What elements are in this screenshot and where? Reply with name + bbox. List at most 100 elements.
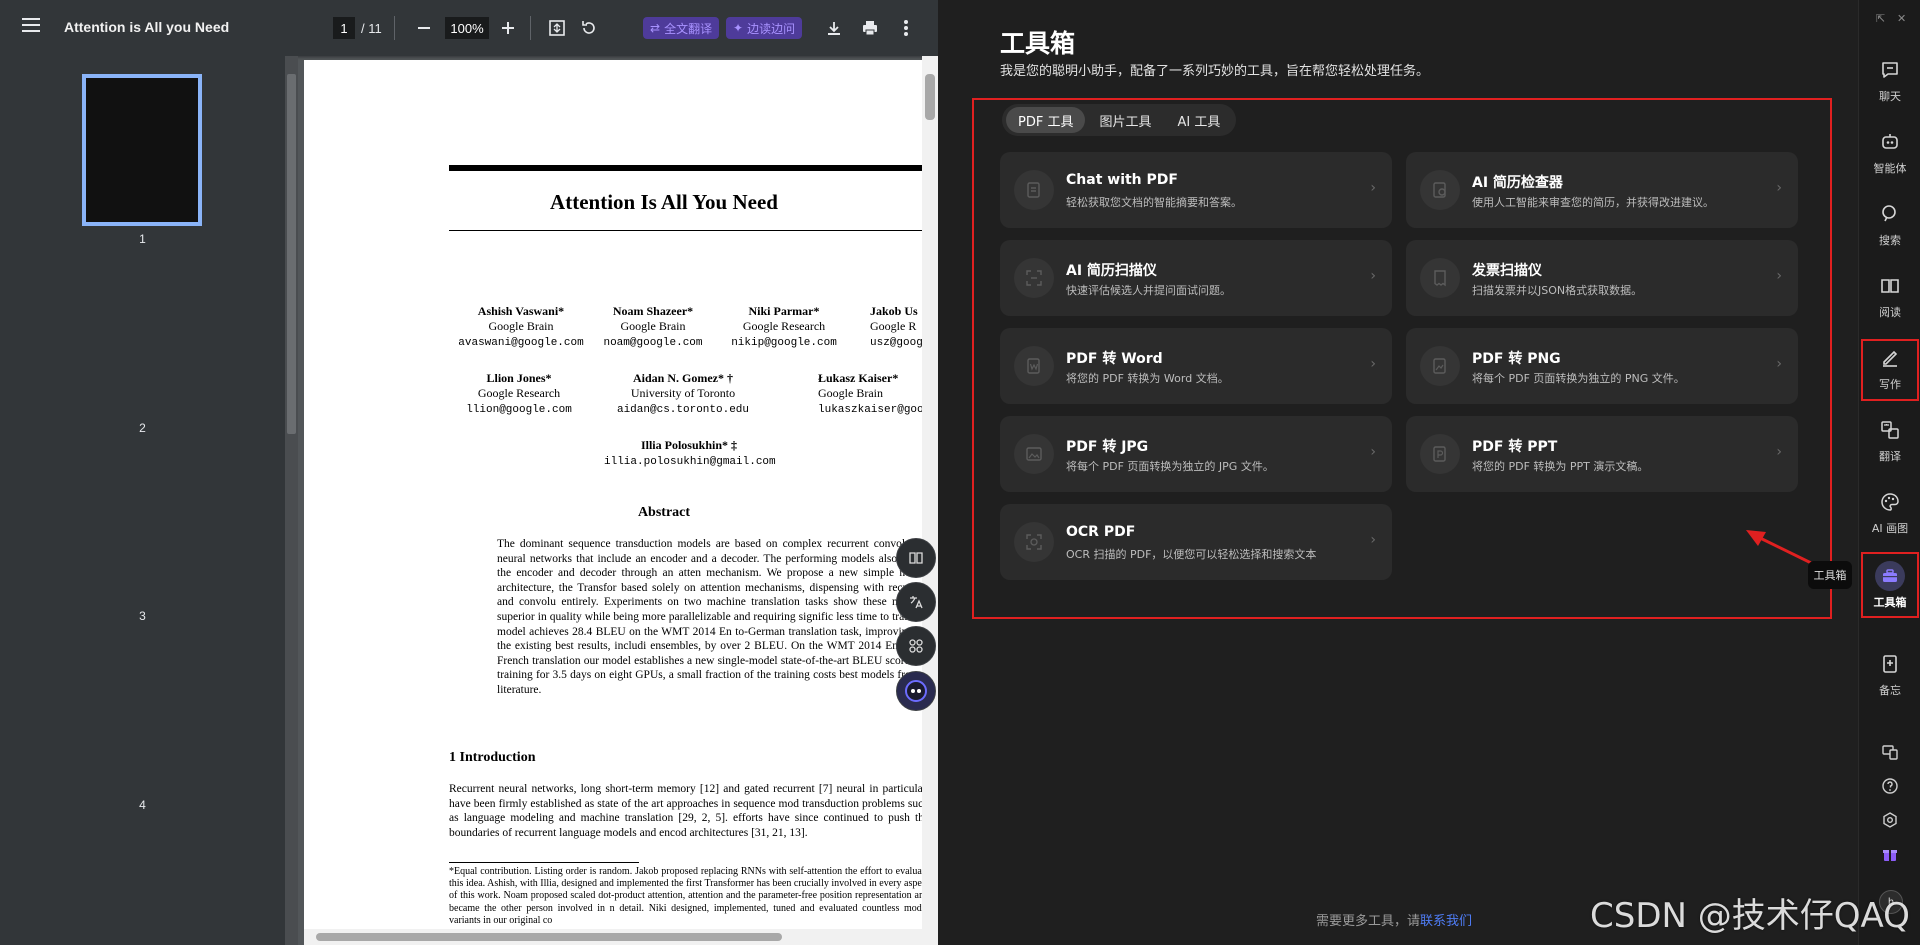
- translate-all-button[interactable]: ⇄ 全文翻译: [643, 17, 720, 39]
- tool-card-desc: 轻松获取您文档的智能摘要和答案。: [1066, 196, 1242, 209]
- panel-subtitle: 我是您的聪明小助手，配备了一系列巧妙的工具，旨在帮您轻松处理任务。: [1000, 64, 1430, 79]
- toolbox-tooltip: 工具箱: [1808, 561, 1852, 589]
- tool-card-ocr-pdf[interactable]: OCR PDF OCR 扫描的 PDF，以便您可以轻松选择和搜索文本 ›: [1000, 504, 1392, 580]
- watermark-text: CSDN @技术仔QAQ: [1590, 896, 1910, 936]
- pin-icon[interactable]: ⇱: [1876, 12, 1885, 25]
- png-icon: [1420, 346, 1460, 386]
- book-float-button[interactable]: [896, 538, 936, 578]
- page-scrollbar[interactable]: [922, 56, 938, 945]
- read-ask-button[interactable]: ✦ 边读边问: [726, 17, 803, 39]
- tab-image-tools[interactable]: 图片工具: [1087, 107, 1163, 133]
- devices-icon[interactable]: [1878, 740, 1902, 764]
- tool-card-pdf-to-word[interactable]: PDF 转 Word 将您的 PDF 转换为 Word 文档。 ›: [1000, 328, 1392, 404]
- word-icon: [1014, 346, 1054, 386]
- chevron-right-icon: ›: [1370, 444, 1376, 460]
- toolbar-divider: [530, 16, 531, 40]
- chevron-right-icon: ›: [1370, 356, 1376, 372]
- book-icon: [1878, 274, 1902, 298]
- intro-text: Recurrent neural networks, long short-te…: [449, 783, 922, 839]
- tool-card-title: PDF 转 Word: [1066, 351, 1163, 367]
- zoom-input[interactable]: 100%: [445, 17, 489, 39]
- chevron-right-icon: ›: [1776, 444, 1782, 460]
- pdf-page: Attention Is All You Need Ashish Vaswani…: [304, 60, 922, 935]
- print-icon[interactable]: [858, 16, 882, 40]
- rail-label: 阅读: [1879, 306, 1901, 319]
- tool-card-desc: 快速评估候选人并提问面试问题。: [1066, 284, 1231, 297]
- settings-icon[interactable]: [1878, 808, 1902, 832]
- translate-all-label: 全文翻译: [664, 21, 713, 36]
- tool-card-desc: 将每个 PDF 页面转换为独立的 JPG 文件。: [1066, 460, 1274, 473]
- thumbnail-page-1[interactable]: [82, 74, 202, 226]
- translate-icon: ⇄: [650, 21, 661, 35]
- tool-card-resume-scanner[interactable]: AI 简历扫描仪 快速评估候选人并提问面试问题。 ›: [1000, 240, 1392, 316]
- zoom-in-icon[interactable]: [496, 16, 520, 40]
- sparkle-icon: ✦: [733, 21, 744, 35]
- rail-item-agent[interactable]: 智能体: [1859, 130, 1920, 176]
- tool-card-title: PDF 转 PPT: [1472, 439, 1558, 455]
- tool-card-pdf-to-png[interactable]: PDF 转 PNG 将每个 PDF 页面转换为独立的 PNG 文件。 ›: [1406, 328, 1798, 404]
- rail-item-ai-draw[interactable]: AI 画图: [1859, 490, 1920, 536]
- tool-card-title: PDF 转 JPG: [1066, 439, 1149, 455]
- tool-card-pdf-to-jpg[interactable]: PDF 转 JPG 将每个 PDF 页面转换为独立的 JPG 文件。 ›: [1000, 416, 1392, 492]
- menu-icon[interactable]: [22, 18, 40, 32]
- download-icon[interactable]: [822, 16, 846, 40]
- tool-card-desc: 将您的 PDF 转换为 PPT 演示文稿。: [1472, 460, 1649, 473]
- tab-pdf-tools[interactable]: PDF 工具: [1006, 107, 1086, 133]
- rail-label: 搜索: [1879, 234, 1901, 247]
- page-indicator: 1 / 11: [333, 17, 382, 39]
- thumbnail-scrollbar[interactable]: [285, 56, 298, 945]
- tool-card-desc: 将每个 PDF 页面转换为独立的 PNG 文件。: [1472, 372, 1685, 385]
- fit-page-icon[interactable]: [545, 16, 569, 40]
- invoice-scan-icon: [1420, 258, 1460, 298]
- close-icon[interactable]: ✕: [1897, 12, 1906, 25]
- rail-item-write[interactable]: 写作: [1859, 346, 1920, 392]
- thumbnail-label[interactable]: 2: [0, 421, 285, 435]
- rail-item-read[interactable]: 阅读: [1859, 274, 1920, 320]
- rail-label: 聊天: [1879, 90, 1901, 103]
- rail-item-memo[interactable]: 备忘: [1859, 652, 1920, 698]
- chevron-right-icon: ›: [1776, 180, 1782, 196]
- tool-card-invoice-scanner[interactable]: 发票扫描仪 扫描发票并以JSON格式获取数据。 ›: [1406, 240, 1798, 316]
- thumbnail-label[interactable]: 3: [0, 609, 285, 623]
- title-rule-top: [449, 165, 922, 171]
- chat-icon: [1878, 58, 1902, 82]
- zoom-out-icon[interactable]: [412, 16, 436, 40]
- help-icon[interactable]: [1878, 774, 1902, 798]
- jpg-icon: [1014, 434, 1054, 474]
- rail-item-chat[interactable]: 聊天: [1859, 58, 1920, 104]
- rail-label: AI 画图: [1871, 522, 1909, 535]
- tool-card-chat-pdf[interactable]: Chat with PDF 轻松获取您文档的智能摘要和答案。 ›: [1000, 152, 1392, 228]
- abstract-heading: Abstract: [637, 505, 691, 520]
- rail-item-toolbox[interactable]: 工具箱: [1859, 561, 1920, 610]
- tool-card-title: PDF 转 PNG: [1472, 351, 1561, 367]
- translate-float-button[interactable]: [896, 582, 936, 622]
- rotate-icon[interactable]: [577, 16, 601, 40]
- toolbox-icon: [1875, 561, 1905, 591]
- ai-assistant-float-button[interactable]: [896, 671, 936, 711]
- chevron-right-icon: ›: [1776, 268, 1782, 284]
- memo-icon: [1878, 652, 1902, 676]
- author-block: Ashish Vaswani* Google Brain avaswani@goog…: [458, 304, 584, 349]
- tool-card-title: Chat with PDF: [1066, 172, 1178, 188]
- document-title: Attention is All you Need: [64, 19, 230, 35]
- section-heading: 1 Introduction: [449, 750, 536, 765]
- tab-ai-tools[interactable]: AI 工具: [1165, 107, 1232, 133]
- footnote-rule: [449, 862, 639, 863]
- tool-card-pdf-to-ppt[interactable]: PDF 转 PPT 将您的 PDF 转换为 PPT 演示文稿。 ›: [1406, 416, 1798, 492]
- more-options-icon[interactable]: [894, 16, 918, 40]
- thumbnail-label: 1: [139, 232, 146, 246]
- apps-float-button[interactable]: [896, 626, 936, 666]
- thumbnail-label[interactable]: 4: [0, 798, 285, 812]
- rail-label: 写作: [1879, 378, 1901, 391]
- rail-item-translate[interactable]: 翻译: [1859, 418, 1920, 464]
- tool-card-resume-checker[interactable]: AI 简历检查器 使用人工智能来审查您的简历，并获得改进建议。 ›: [1406, 152, 1798, 228]
- rail-item-search[interactable]: 搜索: [1859, 202, 1920, 248]
- horizontal-scrollbar[interactable]: [304, 929, 922, 945]
- gift-icon[interactable]: [1878, 842, 1902, 866]
- search-icon: [1878, 202, 1902, 226]
- page-number-input[interactable]: 1: [333, 17, 355, 39]
- author-block: Llion Jones* Google Research llion@google.…: [466, 371, 572, 416]
- tool-card-desc: 扫描发票并以JSON格式获取数据。: [1472, 284, 1643, 297]
- contact-us-link[interactable]: 联系我们: [1420, 914, 1472, 929]
- tool-category-tabs: PDF 工具 图片工具 AI 工具: [1002, 104, 1237, 136]
